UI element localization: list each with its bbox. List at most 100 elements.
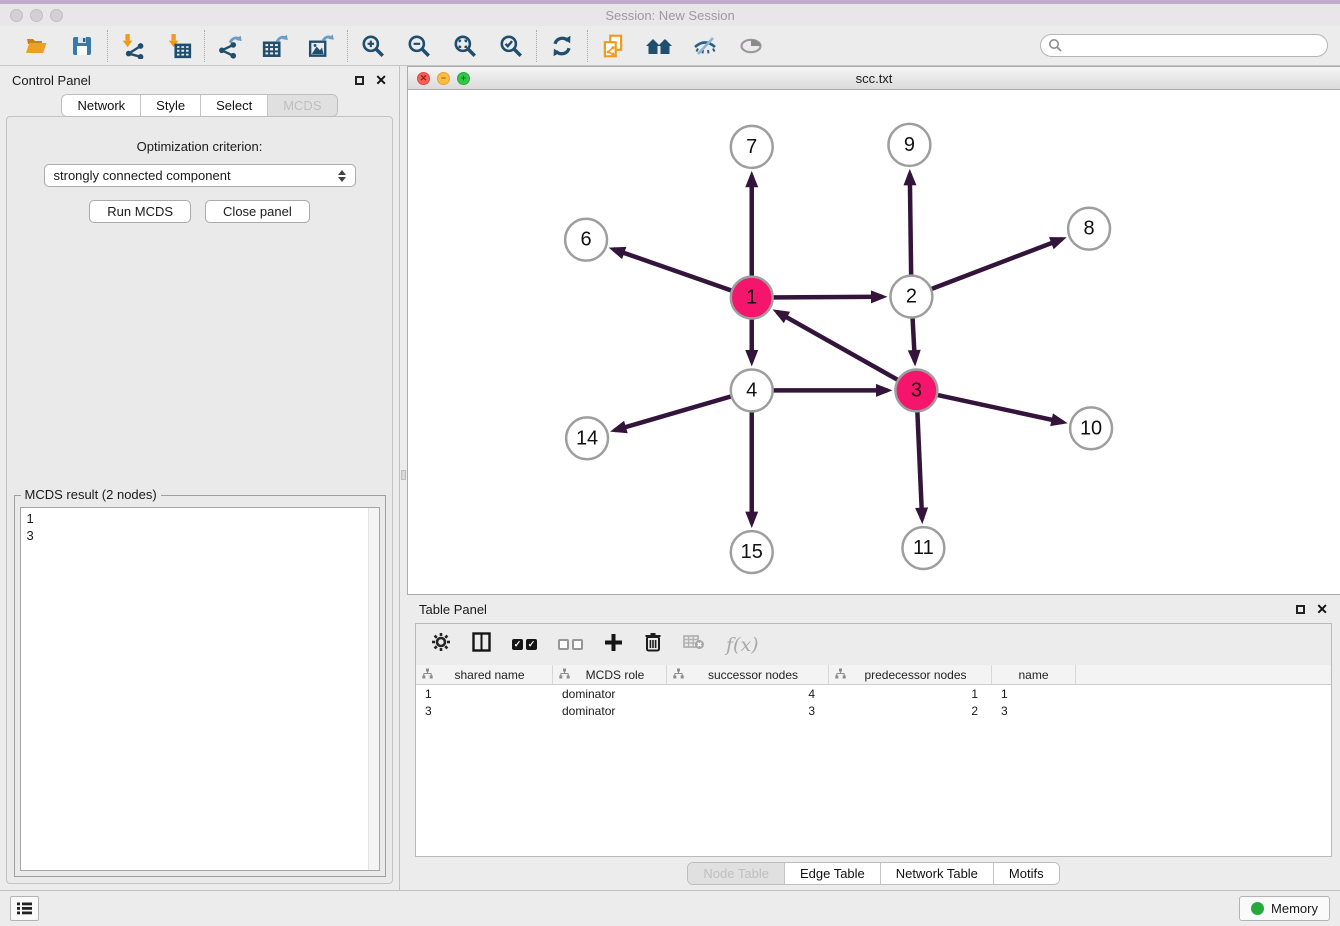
table-cell[interactable]: 1 [829, 687, 992, 701]
criterion-select[interactable]: strongly connected component [44, 164, 356, 187]
memory-button[interactable]: Memory [1239, 896, 1330, 921]
close-panel-button[interactable]: Close panel [205, 200, 310, 223]
column-header-successor-nodes[interactable]: successor nodes [667, 665, 829, 684]
clear-checks-icon[interactable] [558, 639, 583, 650]
column-layout-icon[interactable] [472, 632, 491, 657]
task-list-button[interactable] [10, 896, 39, 921]
function-builder-icon: f(x) [726, 634, 759, 656]
refresh-layout-icon[interactable] [548, 32, 576, 60]
graph-node-11[interactable]: 11 [902, 527, 944, 569]
svg-text:1: 1 [746, 287, 757, 309]
maximize-window-icon[interactable] [50, 9, 63, 22]
copy-network-icon[interactable] [599, 32, 627, 60]
tab-style[interactable]: Style [141, 95, 201, 116]
zoom-in-icon[interactable] [359, 32, 387, 60]
graph-node-9[interactable]: 9 [888, 124, 930, 166]
table-cell[interactable]: dominator [553, 687, 667, 701]
zoom-selected-icon[interactable] [497, 32, 525, 60]
network-graph: 7 9 6 8 1 2 4 3 14 10 15 11 [408, 90, 1340, 594]
column-header-predecessor-nodes[interactable]: predecessor nodes [829, 665, 992, 684]
tab-node-table[interactable]: Node Table [688, 863, 785, 884]
column-label: predecessor nodes [846, 668, 991, 682]
mcds-result-lines: 13 [21, 508, 379, 544]
graph-node-3[interactable]: 3 [895, 369, 937, 411]
hierarchy-icon [673, 668, 684, 682]
add-row-icon[interactable] [604, 633, 623, 657]
graph-node-15[interactable]: 15 [731, 531, 773, 573]
table-row[interactable]: 3dominator323 [416, 702, 1331, 719]
close-table-panel-icon[interactable]: ✕ [1316, 602, 1328, 616]
run-mcds-button[interactable]: Run MCDS [89, 200, 191, 223]
control-panel-tabs: NetworkStyleSelectMCDS [61, 94, 337, 117]
graph-node-8[interactable]: 8 [1068, 208, 1110, 250]
table-cell[interactable]: 2 [829, 704, 992, 718]
graph-node-2[interactable]: 2 [890, 276, 932, 318]
divider-grip[interactable] [401, 470, 406, 480]
main-titlebar: Session: New Session [0, 4, 1340, 26]
window-traffic-lights [10, 9, 63, 22]
hide-panel-eye-icon[interactable] [691, 32, 719, 60]
table-cell[interactable]: 3 [667, 704, 829, 718]
float-panel-icon[interactable] [355, 76, 364, 85]
open-file-icon[interactable] [22, 32, 50, 60]
column-header-shared-name[interactable]: shared name [416, 665, 553, 684]
graph-edge-3-1[interactable] [777, 312, 916, 391]
main-toolbar [0, 26, 1340, 66]
export-table-icon[interactable] [262, 32, 290, 60]
hierarchy-icon [559, 668, 570, 682]
split-pane-divider[interactable] [400, 66, 407, 890]
memory-label: Memory [1271, 901, 1318, 916]
column-header-name[interactable]: name [992, 665, 1076, 684]
table-cell[interactable]: 3 [416, 704, 553, 718]
table-row[interactable]: 1dominator411 [416, 685, 1331, 702]
graph-node-1[interactable]: 1 [731, 277, 773, 319]
tab-network-table[interactable]: Network Table [881, 863, 994, 884]
graph-node-14[interactable]: 14 [566, 417, 608, 459]
mcds-tab-content: Optimization criterion: strongly connect… [6, 116, 393, 884]
save-session-icon[interactable] [68, 32, 96, 60]
select-chevrons-icon [338, 170, 346, 182]
close-window-icon[interactable] [10, 9, 23, 22]
tab-edge-table[interactable]: Edge Table [785, 863, 881, 884]
network-maximize-icon[interactable]: + [457, 72, 470, 85]
column-settings-gear-icon[interactable] [431, 632, 451, 657]
network-minimize-icon[interactable]: − [437, 72, 450, 85]
graph-node-10[interactable]: 10 [1070, 407, 1112, 449]
tab-motifs[interactable]: Motifs [994, 863, 1059, 884]
export-network-icon[interactable] [216, 32, 244, 60]
import-table-icon[interactable] [165, 32, 193, 60]
import-network-icon[interactable] [119, 32, 147, 60]
tab-select[interactable]: Select [201, 95, 268, 116]
zoom-out-icon[interactable] [405, 32, 433, 60]
table-cell[interactable]: 1 [416, 687, 553, 701]
table-cell[interactable]: 1 [992, 687, 1076, 701]
table-cell[interactable]: dominator [553, 704, 667, 718]
select-all-checks-icon[interactable]: ✓✓ [512, 639, 537, 650]
close-panel-icon[interactable]: ✕ [375, 73, 387, 87]
graph-edge-3-10[interactable] [916, 390, 1062, 422]
graph-edge-2-8[interactable] [911, 239, 1062, 297]
network-canvas[interactable]: 7 9 6 8 1 2 4 3 14 10 15 11 [408, 90, 1340, 594]
graph-node-6[interactable]: 6 [565, 219, 607, 261]
network-close-icon[interactable]: ✕ [417, 72, 430, 85]
table-cell[interactable]: 4 [667, 687, 829, 701]
search-input[interactable] [1040, 34, 1328, 57]
mcds-result-area[interactable]: 13 [20, 507, 380, 871]
minimize-window-icon[interactable] [30, 9, 43, 22]
column-header-mcds-role[interactable]: MCDS role [553, 665, 667, 684]
application-window: Session: New Session [0, 0, 1340, 926]
table-cell[interactable]: 3 [992, 704, 1076, 718]
graph-node-4[interactable]: 4 [731, 369, 773, 411]
network-window-titlebar[interactable]: ✕ − + scc.txt [408, 67, 1340, 90]
float-table-panel-icon[interactable] [1296, 605, 1305, 614]
show-panel-eye-icon[interactable] [737, 32, 765, 60]
tab-mcds[interactable]: MCDS [268, 95, 336, 116]
zoom-fit-icon[interactable] [451, 32, 479, 60]
tab-network[interactable]: Network [62, 95, 141, 116]
graph-node-7[interactable]: 7 [731, 126, 773, 168]
home-icon[interactable] [645, 32, 673, 60]
column-label: name [998, 668, 1075, 682]
delete-row-trash-icon[interactable] [644, 632, 662, 657]
export-image-icon[interactable] [308, 32, 336, 60]
result-scrollbar[interactable] [368, 508, 379, 870]
